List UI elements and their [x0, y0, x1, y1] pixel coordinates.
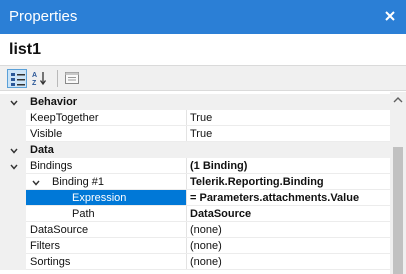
- toolbar-separator: [57, 70, 58, 87]
- property-value[interactable]: (none): [190, 238, 222, 254]
- properties-title-bar: Properties: [0, 0, 406, 34]
- property-value[interactable]: True: [190, 126, 212, 142]
- categorized-view-button[interactable]: [7, 69, 27, 88]
- property-grid: Behavior KeepTogether True Visible True …: [0, 92, 406, 274]
- scrollbar-thumb[interactable]: [393, 147, 403, 274]
- svg-text:A: A: [32, 72, 37, 79]
- property-row-visible[interactable]: Visible True: [0, 126, 390, 142]
- alphabetical-sort-icon: A Z: [32, 72, 47, 86]
- property-name: Filters: [30, 240, 60, 252]
- chevron-down-icon[interactable]: [9, 97, 19, 107]
- chevron-down-icon[interactable]: [31, 177, 41, 187]
- categorized-view-icon: [11, 73, 25, 86]
- property-value[interactable]: True: [190, 110, 212, 126]
- property-pages-icon: [65, 72, 79, 84]
- vertical-scrollbar[interactable]: [390, 92, 406, 274]
- property-name: Binding #1: [52, 176, 104, 188]
- selected-object-name: list1: [9, 41, 42, 58]
- property-value[interactable]: = Parameters.attachments.Value: [190, 190, 359, 206]
- property-row-path[interactable]: Path DataSource: [0, 206, 390, 222]
- category-label: Data: [30, 144, 54, 156]
- properties-toolbar: A Z: [0, 65, 406, 91]
- property-row-keeptogether[interactable]: KeepTogether True: [0, 110, 390, 126]
- property-name: Expression: [26, 190, 186, 206]
- property-row-sortings[interactable]: Sortings (none): [0, 254, 390, 270]
- category-data[interactable]: Data: [0, 142, 390, 158]
- property-row-datasource[interactable]: DataSource (none): [0, 222, 390, 238]
- chevron-down-icon[interactable]: [9, 161, 19, 171]
- property-row-binding-1[interactable]: Binding #1 Telerik.Reporting.Binding: [0, 174, 390, 190]
- close-icon[interactable]: [383, 9, 397, 23]
- category-label: Behavior: [30, 96, 78, 108]
- property-value[interactable]: (1 Binding): [190, 158, 247, 174]
- property-row-expression[interactable]: Expression = Parameters.attachments.Valu…: [0, 190, 390, 206]
- property-name: Visible: [30, 128, 63, 140]
- property-value[interactable]: (none): [190, 222, 222, 238]
- panel-title: Properties: [9, 8, 78, 25]
- property-value[interactable]: DataSource: [190, 206, 251, 222]
- category-behavior[interactable]: Behavior: [0, 94, 390, 110]
- property-row-filters[interactable]: Filters (none): [0, 238, 390, 254]
- chevron-down-icon[interactable]: [9, 145, 19, 155]
- property-value[interactable]: Telerik.Reporting.Binding: [190, 174, 324, 190]
- property-value[interactable]: (none): [190, 254, 222, 270]
- property-row-bindings[interactable]: Bindings (1 Binding): [0, 158, 390, 174]
- svg-text:Z: Z: [32, 80, 37, 86]
- property-name: KeepTogether: [30, 112, 99, 124]
- alphabetical-sort-button[interactable]: A Z: [30, 69, 50, 88]
- property-pages-button[interactable]: [62, 69, 82, 88]
- property-name: Bindings: [30, 160, 73, 172]
- scroll-up-icon[interactable]: [390, 92, 406, 108]
- property-name: Sortings: [30, 256, 71, 268]
- property-name: DataSource: [30, 224, 89, 236]
